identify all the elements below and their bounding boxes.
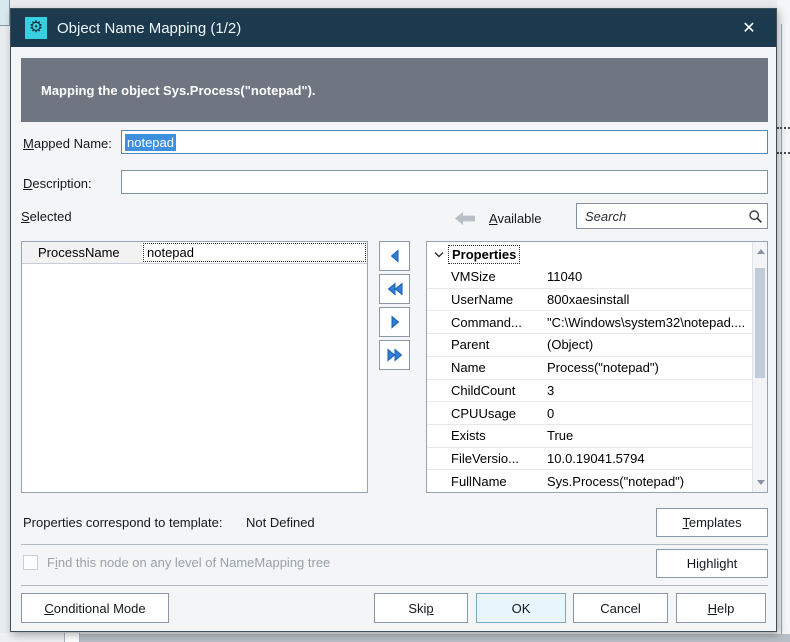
selected-label: Selected	[21, 209, 72, 224]
property-name: FileVersio...	[451, 450, 519, 466]
property-value: True	[547, 428, 574, 444]
templates-button[interactable]: Templates	[656, 508, 768, 537]
property-value: 0	[547, 405, 555, 421]
separator	[21, 585, 768, 586]
arrow-double-left-icon	[386, 281, 404, 297]
selected-property-row[interactable]: ProcessName notepad	[22, 242, 367, 264]
property-row[interactable]: Parent (Object)	[427, 333, 752, 356]
mapped-name-label: Mapped Name:	[23, 136, 112, 151]
move-back-arrow-icon	[454, 211, 476, 231]
mapped-name-input[interactable]: notepad	[121, 130, 768, 154]
title-bar: ⚙ Object Name Mapping (1/2) ✕	[11, 9, 776, 47]
scrollbar-thumb[interactable]	[755, 268, 765, 378]
gear-icon: ⚙	[28, 19, 44, 36]
description-input[interactable]	[121, 170, 768, 194]
background-bottom-strip	[0, 633, 64, 642]
description-label: Description:	[23, 176, 92, 191]
property-name: Exists	[451, 428, 486, 444]
find-node-checkbox[interactable]	[23, 555, 38, 570]
property-name: ChildCount	[451, 382, 516, 398]
property-name: VMSize	[451, 269, 496, 285]
property-name: FullName	[451, 473, 507, 489]
transfer-all-left-button[interactable]	[379, 274, 410, 304]
search-box[interactable]	[576, 203, 768, 229]
mapped-name-selected-text: notepad	[125, 133, 176, 151]
property-name: UserName	[451, 292, 514, 308]
transfer-left-button[interactable]	[379, 241, 410, 271]
property-row[interactable]: Command... "C:\Windows\system32\notepad..…	[427, 310, 752, 333]
transfer-right-button[interactable]	[379, 307, 410, 337]
properties-group-title: Properties	[447, 244, 521, 264]
ok-button[interactable]: OK	[476, 593, 566, 623]
property-row[interactable]: ChildCount 3	[427, 378, 752, 402]
close-icon[interactable]: ✕	[732, 18, 766, 38]
selected-properties-list: ProcessName notepad	[21, 241, 368, 493]
property-name: CPUUsage	[451, 405, 517, 421]
properties-group-header[interactable]: Properties	[427, 242, 752, 266]
property-row[interactable]: Exists True	[427, 423, 752, 447]
search-input[interactable]	[583, 204, 748, 228]
arrow-right-icon	[387, 314, 403, 330]
dialog-title: Object Name Mapping (1/2)	[57, 19, 242, 37]
background-scrollbar-box	[64, 633, 80, 642]
property-row[interactable]: FileVersio... 10.0.19041.5794	[427, 446, 752, 470]
arrow-left-icon	[387, 248, 403, 264]
available-label: Available	[489, 211, 542, 226]
property-row[interactable]: FullName Sys.Process("notepad")	[427, 469, 752, 492]
background-right-strip	[777, 0, 790, 642]
template-status-value: Not Defined	[246, 515, 315, 530]
background-vertical-divider	[781, 24, 782, 642]
conditional-mode-button[interactable]: Conditional Mode	[21, 593, 169, 623]
property-name: Command...	[451, 314, 522, 330]
available-properties-panel: Properties VMSize 11040 UserName 800xaesin…	[426, 241, 768, 493]
selected-property-value[interactable]: notepad	[142, 242, 367, 263]
property-row[interactable]: Name Process("notepad")	[427, 355, 752, 379]
arrow-double-right-icon	[386, 347, 404, 363]
screen: ⚙ Object Name Mapping (1/2) ✕ Mapping th…	[0, 0, 790, 642]
transfer-all-right-button[interactable]	[379, 340, 410, 370]
description-field[interactable]	[125, 171, 764, 193]
properties-scrollbar[interactable]	[752, 242, 767, 492]
chevron-down-icon[interactable]	[434, 250, 444, 259]
object-name-mapping-dialog: ⚙ Object Name Mapping (1/2) ✕ Mapping th…	[10, 8, 777, 632]
cancel-button[interactable]: Cancel	[573, 593, 668, 623]
background-dotted-line	[777, 127, 790, 129]
property-value: Sys.Process("notepad")	[547, 473, 685, 489]
background-scrollbar-track[interactable]	[80, 634, 790, 642]
template-status-label: Properties correspond to template:	[23, 515, 223, 530]
search-icon	[748, 209, 763, 224]
scroll-up-icon[interactable]	[753, 244, 768, 259]
property-name: Name	[451, 360, 486, 376]
property-value: "C:\Windows\system32\notepad....	[547, 314, 746, 330]
property-name: Parent	[451, 337, 490, 353]
property-row[interactable]: VMSize 11040	[427, 266, 752, 288]
property-value: 10.0.19041.5794	[547, 450, 645, 466]
property-value: Process("notepad")	[547, 360, 659, 376]
name-mapping-icon: ⚙	[25, 17, 47, 39]
property-row[interactable]: UserName 800xaesinstall	[427, 287, 752, 311]
property-value: (Object)	[547, 337, 594, 353]
separator	[21, 544, 768, 545]
skip-button[interactable]: Skip	[374, 593, 468, 623]
scroll-down-icon[interactable]	[753, 475, 768, 490]
find-node-label: Find this node on any level of NameMappi…	[47, 555, 331, 570]
property-value: 800xaesinstall	[547, 292, 630, 308]
help-button[interactable]: Help	[676, 593, 766, 623]
property-value: 3	[547, 382, 555, 398]
property-rows: VMSize 11040 UserName 800xaesinstall Comma…	[427, 266, 752, 492]
highlight-button[interactable]: Highlight	[656, 549, 768, 578]
property-value: 11040	[547, 269, 583, 285]
property-row[interactable]: CPUUsage 0	[427, 401, 752, 424]
mapping-banner: Mapping the object Sys.Process("notepad"…	[21, 58, 768, 122]
selected-property-name: ProcessName	[22, 242, 142, 263]
background-dotted-line	[777, 152, 790, 154]
background-panel-corner	[0, 0, 10, 26]
